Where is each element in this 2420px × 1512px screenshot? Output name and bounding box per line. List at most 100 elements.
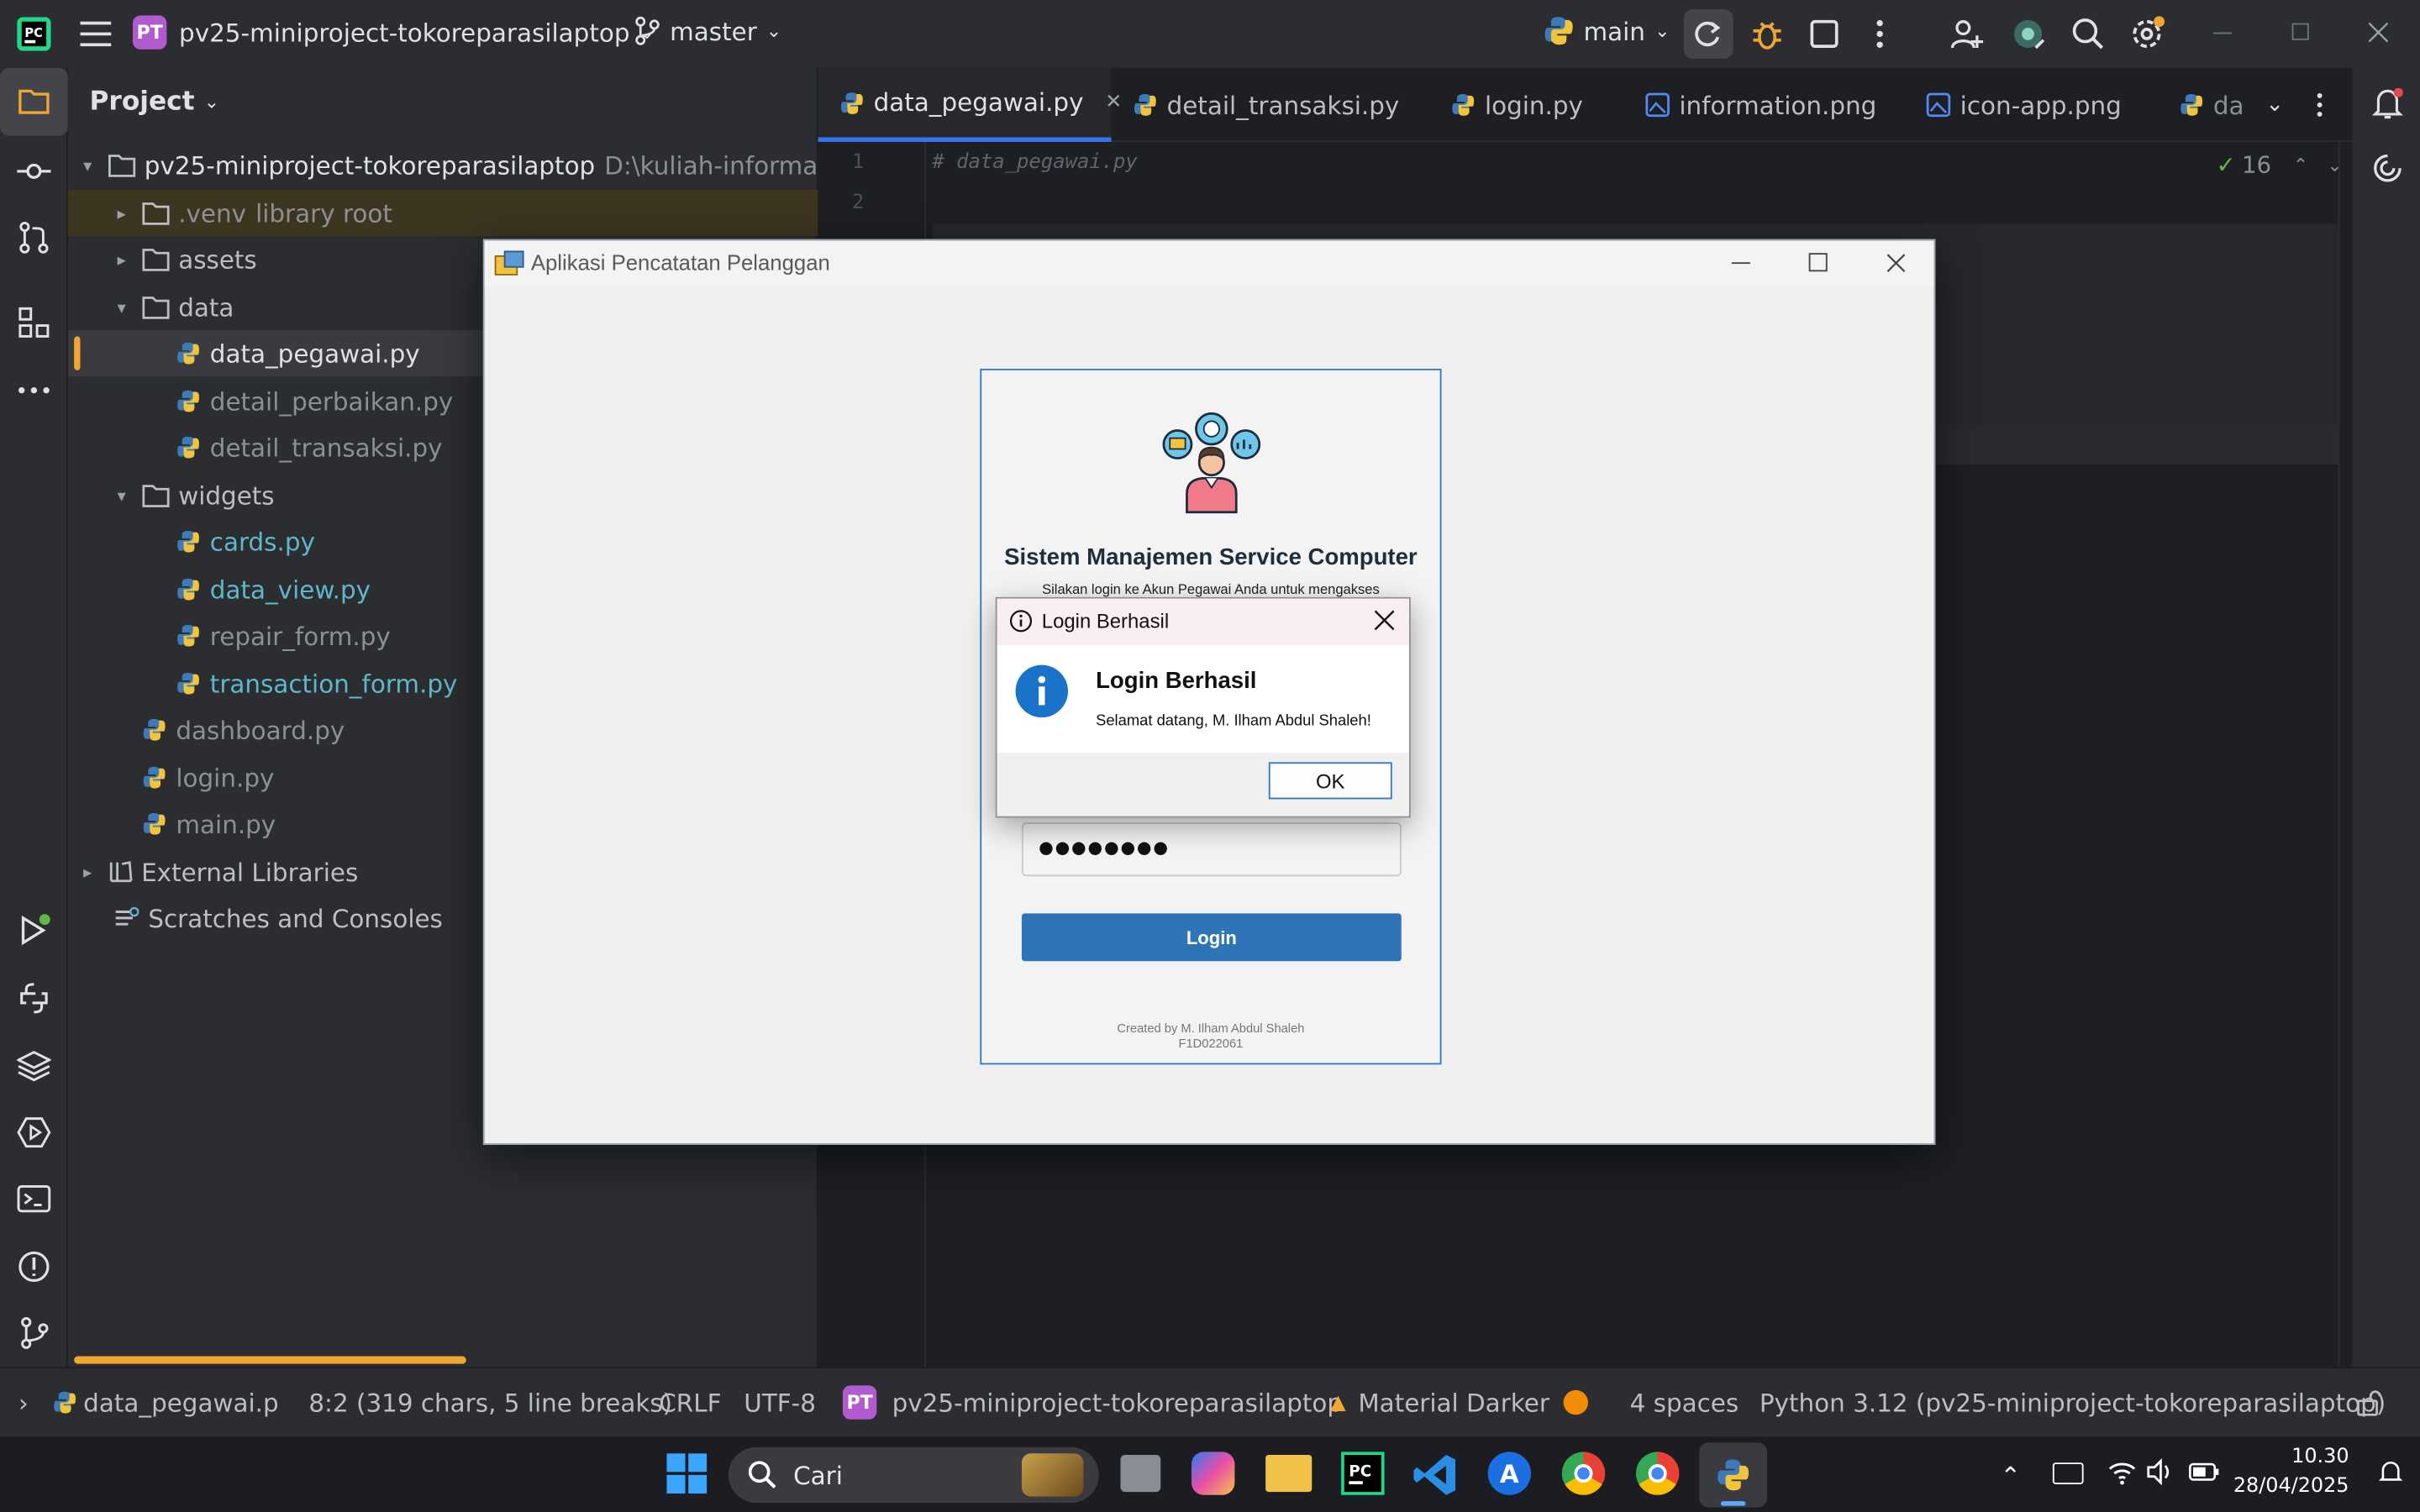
- python-console-icon[interactable]: [17, 981, 50, 1015]
- notifications-icon[interactable]: [2370, 87, 2404, 120]
- tab-information-png[interactable]: information.png: [1645, 68, 1876, 142]
- project-selector[interactable]: PT pv25-miniproject-tokoreparasilaptop ⌄: [132, 15, 655, 50]
- refresh-icon[interactable]: [1683, 9, 1733, 59]
- more-icon[interactable]: [2315, 92, 2324, 117]
- git-icon[interactable]: [17, 1316, 50, 1350]
- app-subheading: Silakan login ke Akun Pegawai Anda untuk…: [1042, 581, 1380, 597]
- chevron-down-icon: ▾: [117, 297, 126, 318]
- commit-icon[interactable]: [17, 155, 51, 188]
- status-position[interactable]: 8:2 (319 chars, 5 line breaks): [308, 1368, 672, 1436]
- close-icon[interactable]: [1886, 253, 1906, 273]
- horizontal-scrollbar[interactable]: [74, 1356, 466, 1364]
- code-comment[interactable]: # data_pegawai.py: [932, 151, 1137, 175]
- more-icon[interactable]: [17, 373, 50, 407]
- copilot-icon[interactable]: [1191, 1452, 1235, 1495]
- branch-selector[interactable]: master ⌄: [633, 15, 781, 46]
- tab-data-pegawai[interactable]: data_pegawai.py ✕: [818, 67, 1122, 142]
- minimize-icon[interactable]: [2212, 32, 2232, 34]
- chrome-icon[interactable]: [1561, 1452, 1606, 1495]
- status-interpreter[interactable]: Python 3.12 (pv25-miniproject-tokorepara…: [1760, 1368, 2386, 1436]
- password-input[interactable]: ●●●●●●●●: [1021, 822, 1402, 877]
- keyboard-icon[interactable]: [2052, 1462, 2084, 1484]
- vscode-icon[interactable]: [1413, 1452, 1459, 1498]
- wifi-icon[interactable]: [2108, 1458, 2136, 1486]
- vertical-scrollbar[interactable]: [2338, 141, 2353, 1368]
- run-icon[interactable]: [17, 913, 50, 947]
- status-theme[interactable]: ▲ Material Darker: [1330, 1368, 1549, 1436]
- taskbar-date[interactable]: 28/04/2025: [2223, 1475, 2349, 1499]
- restore-icon[interactable]: [2291, 23, 2309, 40]
- tree-item-venv[interactable]: ▸ .venv library root: [67, 189, 818, 237]
- root-folder-name: pv25-miniproject-tokoreparasilaptop: [144, 150, 596, 180]
- tree-root[interactable]: ▾ pv25-miniproject-tokoreparasilaptop D:…: [68, 142, 863, 188]
- branch-name: master: [670, 16, 757, 46]
- tab-detail-transaksi[interactable]: detail_transaksi.py: [1133, 68, 1399, 142]
- python-icon: [1133, 92, 1157, 117]
- status-project[interactable]: PT pv25-miniproject-tokoreparasilaptop: [842, 1368, 1343, 1436]
- add-user-icon[interactable]: [1949, 17, 1984, 50]
- app-store-icon[interactable]: A: [1487, 1452, 1532, 1495]
- project-badge: PT: [842, 1385, 877, 1420]
- python-icon: [2179, 92, 2203, 117]
- volume-icon[interactable]: [2145, 1458, 2173, 1486]
- chevron-right-icon[interactable]: ›: [18, 1368, 29, 1436]
- layers-icon[interactable]: [17, 1049, 51, 1083]
- venv-folder-name: .venv: [178, 198, 247, 228]
- close-icon[interactable]: [2368, 22, 2390, 44]
- tab-icon-app-png[interactable]: icon-app.png: [1926, 68, 2122, 142]
- chevron-down-icon[interactable]: ⌄: [2265, 92, 2284, 117]
- python-icon: [1544, 15, 1575, 46]
- search-icon[interactable]: [2071, 17, 2105, 50]
- status-file[interactable]: data_pegawai.p: [52, 1368, 279, 1436]
- inspection-widget[interactable]: ✓ 16 ⌃ ⌄: [2217, 151, 2343, 179]
- lock-icon[interactable]: [2355, 1368, 2383, 1436]
- run-config-selector[interactable]: main ⌄: [1544, 15, 1670, 46]
- task-view-icon[interactable]: [1120, 1455, 1161, 1493]
- file-explorer-icon[interactable]: [1265, 1455, 1313, 1493]
- selection-marker: [74, 336, 81, 370]
- close-icon[interactable]: ✕: [1105, 91, 1122, 114]
- ok-button[interactable]: OK: [1268, 762, 1392, 800]
- more-icon[interactable]: [1874, 18, 1886, 50]
- chevron-up-icon[interactable]: ⌃: [2293, 155, 2308, 176]
- maximize-icon[interactable]: [1808, 253, 1828, 272]
- chevron-up-icon[interactable]: ⌃: [2000, 1461, 2021, 1490]
- services-icon[interactable]: [17, 1116, 51, 1149]
- python-icon: [142, 765, 166, 790]
- problems-icon[interactable]: [17, 1250, 50, 1284]
- settings-icon[interactable]: [2130, 15, 2167, 52]
- pull-request-icon[interactable]: [17, 221, 50, 255]
- project-panel-header[interactable]: Project ⌄: [90, 87, 220, 118]
- minimize-icon[interactable]: [1731, 262, 1750, 265]
- tab-label: icon-app.png: [1960, 90, 2122, 120]
- status-indent[interactable]: 4 spaces: [1630, 1368, 1739, 1436]
- pycharm-icon[interactable]: PC: [1341, 1452, 1385, 1495]
- debug-icon[interactable]: [1750, 17, 1784, 50]
- ai-icon[interactable]: [2011, 17, 2045, 50]
- structure-icon[interactable]: [17, 306, 50, 339]
- file-label: data_view.py: [209, 575, 371, 605]
- ai-assistant-icon[interactable]: [2370, 151, 2404, 185]
- tab-overflow[interactable]: da: [2179, 68, 2244, 142]
- status-line-separator[interactable]: CRLF: [659, 1368, 721, 1436]
- stop-icon[interactable]: [1809, 18, 1840, 50]
- taskbar-search[interactable]: Cari: [728, 1446, 1099, 1503]
- status-encoding[interactable]: UTF-8: [744, 1368, 816, 1436]
- chrome-profile-icon[interactable]: [1635, 1452, 1680, 1495]
- status-indicator[interactable]: [1563, 1368, 1588, 1436]
- python-icon: [176, 435, 200, 459]
- tab-login[interactable]: login.py: [1451, 68, 1583, 142]
- line-number: 1: [851, 151, 865, 175]
- login-button[interactable]: Login: [1021, 913, 1402, 962]
- windows-start-icon[interactable]: [666, 1453, 708, 1494]
- notification-bell-icon[interactable]: [2377, 1458, 2405, 1486]
- taskbar: Cari PC A ⌃ 10.30 28/04/2025: [0, 1435, 2420, 1512]
- terminal-icon[interactable]: [17, 1182, 51, 1215]
- taskbar-time[interactable]: 10.30: [2244, 1446, 2349, 1469]
- close-icon[interactable]: [1374, 610, 1396, 632]
- hamburger-icon[interactable]: [80, 20, 114, 48]
- battery-icon[interactable]: [2188, 1462, 2219, 1481]
- python-app-task[interactable]: [1699, 1442, 1768, 1508]
- jetbrains-logo-icon[interactable]: PC: [17, 17, 51, 51]
- project-tool-button[interactable]: [0, 67, 68, 136]
